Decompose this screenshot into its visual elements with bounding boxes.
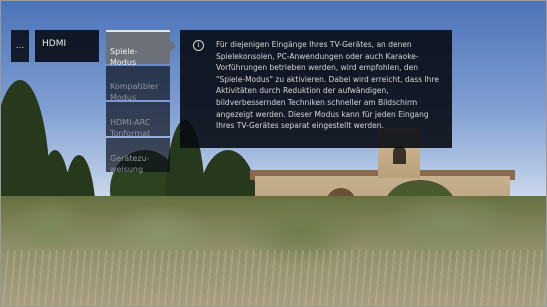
info-text: Für diejenigen Eingänge Ihres TV-Gerätes…: [216, 40, 439, 131]
breadcrumb-previous-label: ...: [15, 41, 25, 51]
breadcrumb-current-label: HDMI: [42, 39, 67, 49]
option-label: Spiele- Modus: [110, 47, 138, 67]
option-compatible-mode[interactable]: Kompatibler Modus: [106, 66, 170, 102]
option-game-mode[interactable]: Spiele- Modus: [106, 30, 170, 67]
breadcrumb-previous[interactable]: ...: [11, 30, 29, 62]
option-label: HDMI-ARC Tonformat: [110, 118, 151, 138]
option-hdmi-arc-audio-format[interactable]: HDMI-ARC Tonformat: [106, 102, 170, 138]
option-label: Kompatibler Modus: [110, 82, 159, 102]
breadcrumb-hdmi[interactable]: HDMI: [35, 30, 99, 62]
option-device-assignment[interactable]: Gerätezu- weisung: [106, 138, 170, 174]
option-list: Spiele- Modus Kompatibler Modus HDMI-ARC…: [106, 30, 170, 174]
option-label: Gerätezu- weisung: [110, 154, 150, 174]
info-icon: i: [193, 40, 204, 51]
selection-pointer: [170, 40, 176, 52]
info-panel: i Für diejenigen Eingänge Ihres TV-Gerät…: [180, 30, 452, 148]
